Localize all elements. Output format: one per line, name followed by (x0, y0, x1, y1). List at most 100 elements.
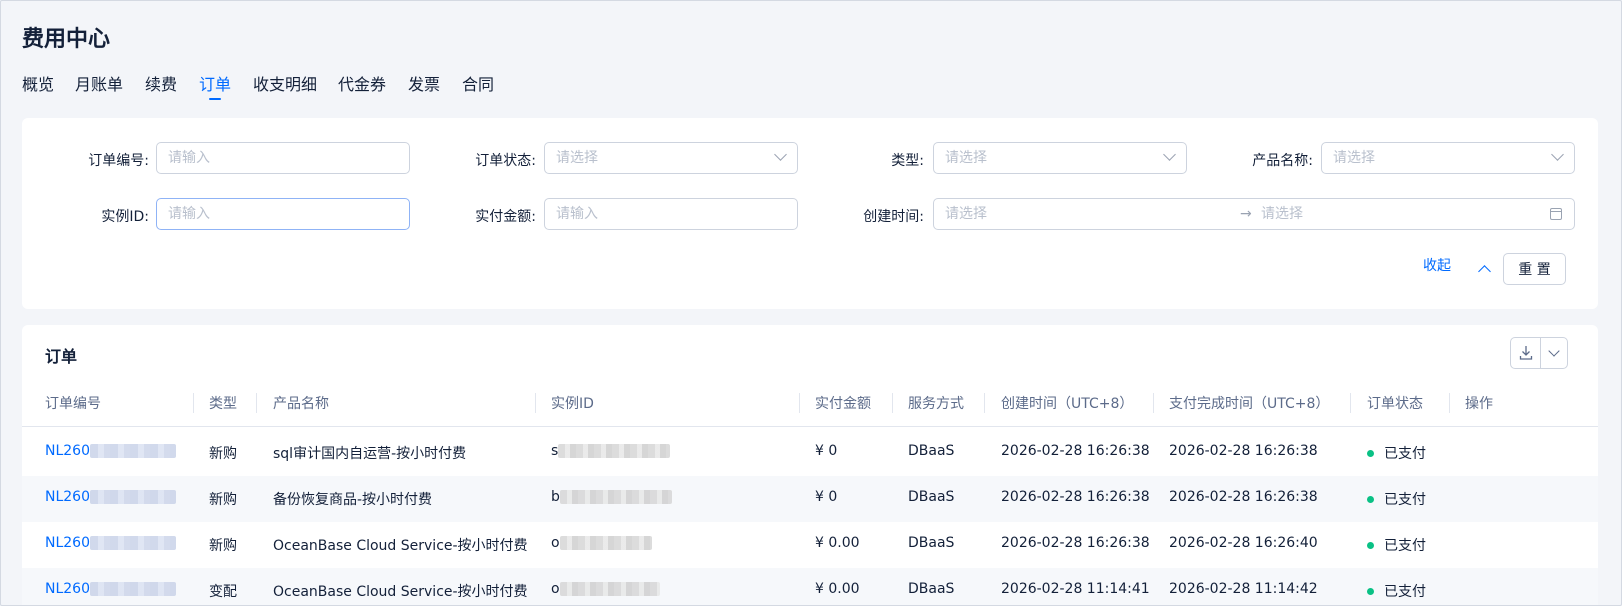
created-time-cell: 2026-02-28 16:26:38 (1001, 489, 1150, 505)
tab-orders[interactable]: 订单 (199, 71, 231, 103)
column-header-created: 创建时间（UTC+8） (1001, 396, 1134, 412)
product-name-label: 产品名称: (1252, 153, 1313, 169)
column-header-status: 订单状态 (1367, 396, 1423, 412)
column-header-type: 类型 (209, 396, 237, 412)
amount-cell: ¥ 0.00 (815, 535, 860, 551)
column-divider[interactable] (799, 393, 800, 413)
paid-time-cell: 2026-02-28 16:26:40 (1169, 535, 1318, 551)
product-cell: sql审计国内自运营-按小时付费 (273, 446, 467, 462)
paid-time-cell: 2026-02-28 16:26:38 (1169, 443, 1318, 459)
reset-button[interactable]: 重 置 (1503, 253, 1566, 285)
column-header-amount: 实付金额 (815, 396, 871, 412)
collapse-filters-link[interactable]: 收起 (1423, 255, 1451, 275)
service-cell: DBaaS (908, 489, 955, 505)
created-time-cell: 2026-02-28 11:14:41 (1001, 581, 1150, 597)
type-placeholder: 请选择 (945, 150, 987, 166)
type-cell: 新购 (209, 538, 237, 554)
tab-vouchers[interactable]: 代金券 (338, 71, 386, 103)
column-header-order-no: 订单编号 (45, 396, 101, 412)
table-row: NL260 新购 备份恢复商品-按小时付费 b ¥ 0 DBaaS 2026-0… (22, 476, 1598, 522)
tab-overview[interactable]: 概览 (22, 71, 54, 103)
download-icon[interactable] (1519, 345, 1533, 361)
column-divider[interactable] (984, 393, 985, 413)
product-cell: OceanBase Cloud Service-按小时付费 (273, 584, 528, 600)
status-dot-icon (1367, 587, 1374, 595)
paid-amount-input[interactable] (544, 198, 798, 230)
create-time-range-picker[interactable]: 请选择 → 请选择 (933, 198, 1575, 230)
product-name-placeholder: 请选择 (1333, 150, 1375, 166)
end-time-placeholder[interactable]: 请选择 (1261, 199, 1303, 229)
instance-id-cell: o (551, 535, 652, 551)
status-badge: 已支付 (1367, 489, 1426, 509)
column-header-instance-id: 实例ID (551, 396, 594, 412)
status-dot-icon (1367, 495, 1374, 503)
order-no-label: 订单编号: (88, 153, 149, 169)
column-header-service: 服务方式 (908, 396, 964, 412)
column-divider[interactable] (1153, 393, 1154, 413)
service-cell: DBaaS (908, 581, 955, 597)
status-badge: 已支付 (1367, 443, 1426, 463)
instance-id-cell: b (551, 489, 672, 505)
order-no-link[interactable]: NL260 (45, 535, 176, 551)
page-title: 费用中心 (22, 27, 111, 52)
order-no-input[interactable] (156, 142, 410, 174)
amount-cell: ¥ 0 (815, 489, 838, 505)
product-name-select[interactable]: 请选择 (1321, 142, 1575, 174)
status-badge: 已支付 (1367, 581, 1426, 601)
amount-cell: ¥ 0.00 (815, 581, 860, 597)
paid-time-cell: 2026-02-28 11:14:42 (1169, 581, 1318, 597)
paid-time-cell: 2026-02-28 16:26:38 (1169, 489, 1318, 505)
order-no-link[interactable]: NL260 (45, 581, 176, 597)
column-divider[interactable] (535, 393, 536, 413)
instance-id-input[interactable] (156, 198, 410, 230)
column-divider[interactable] (1350, 393, 1351, 413)
column-divider[interactable] (193, 393, 194, 413)
product-cell: 备份恢复商品-按小时付费 (273, 492, 433, 508)
tab-transactions[interactable]: 收支明细 (253, 71, 317, 103)
table-header-divider (22, 426, 1598, 427)
order-no-link[interactable]: NL260 (45, 489, 176, 505)
column-header-paid: 支付完成时间（UTC+8） (1169, 396, 1330, 412)
calendar-icon (1550, 208, 1562, 220)
range-arrow-icon: → (1240, 206, 1252, 222)
created-time-cell: 2026-02-28 16:26:38 (1001, 535, 1150, 551)
export-button-group (1510, 337, 1568, 369)
order-status-select[interactable]: 请选择 (544, 142, 798, 174)
tab-renewal[interactable]: 续费 (145, 71, 177, 103)
status-badge: 已支付 (1367, 535, 1426, 555)
table-row: NL260 新购 sql审计国内自运营-按小时付费 s ¥ 0 DBaaS 20… (22, 430, 1598, 476)
type-cell: 新购 (209, 492, 237, 508)
start-time-placeholder[interactable]: 请选择 (945, 206, 987, 222)
column-divider[interactable] (1449, 393, 1450, 413)
button-divider (1540, 338, 1541, 368)
service-cell: DBaaS (908, 443, 955, 459)
tab-monthly-bill[interactable]: 月账单 (75, 71, 123, 103)
instance-id-label: 实例ID: (101, 209, 149, 225)
tab-contracts[interactable]: 合同 (462, 71, 494, 103)
column-header-product: 产品名称 (273, 396, 329, 412)
column-divider[interactable] (892, 393, 893, 413)
create-time-label: 创建时间: (863, 209, 924, 225)
order-status-placeholder: 请选择 (556, 150, 598, 166)
amount-cell: ¥ 0 (815, 443, 838, 459)
tab-invoices[interactable]: 发票 (408, 71, 440, 103)
instance-id-cell: s (551, 443, 671, 459)
chevron-down-icon[interactable] (1548, 345, 1560, 357)
column-divider[interactable] (256, 393, 257, 413)
table-row: NL260 新购 OceanBase Cloud Service-按小时付费 o… (22, 522, 1598, 568)
type-cell: 新购 (209, 446, 237, 462)
paid-amount-label: 实付金额: (475, 209, 536, 225)
table-title: 订单 (45, 347, 78, 366)
created-time-cell: 2026-02-28 16:26:38 (1001, 443, 1150, 459)
type-cell: 变配 (209, 584, 237, 600)
service-cell: DBaaS (908, 535, 955, 551)
order-no-link[interactable]: NL260 (45, 443, 176, 459)
order-status-label: 订单状态: (475, 153, 536, 169)
type-label: 类型: (891, 153, 924, 169)
type-select[interactable]: 请选择 (933, 142, 1187, 174)
status-dot-icon (1367, 449, 1374, 457)
status-dot-icon (1367, 541, 1374, 549)
app-frame: 费用中心 概览 月账单 续费 订单 收支明细 代金券 发票 合同 订单编号: 订… (0, 0, 1622, 606)
chevron-down-icon (774, 148, 787, 161)
column-header-actions: 操作 (1465, 396, 1493, 412)
